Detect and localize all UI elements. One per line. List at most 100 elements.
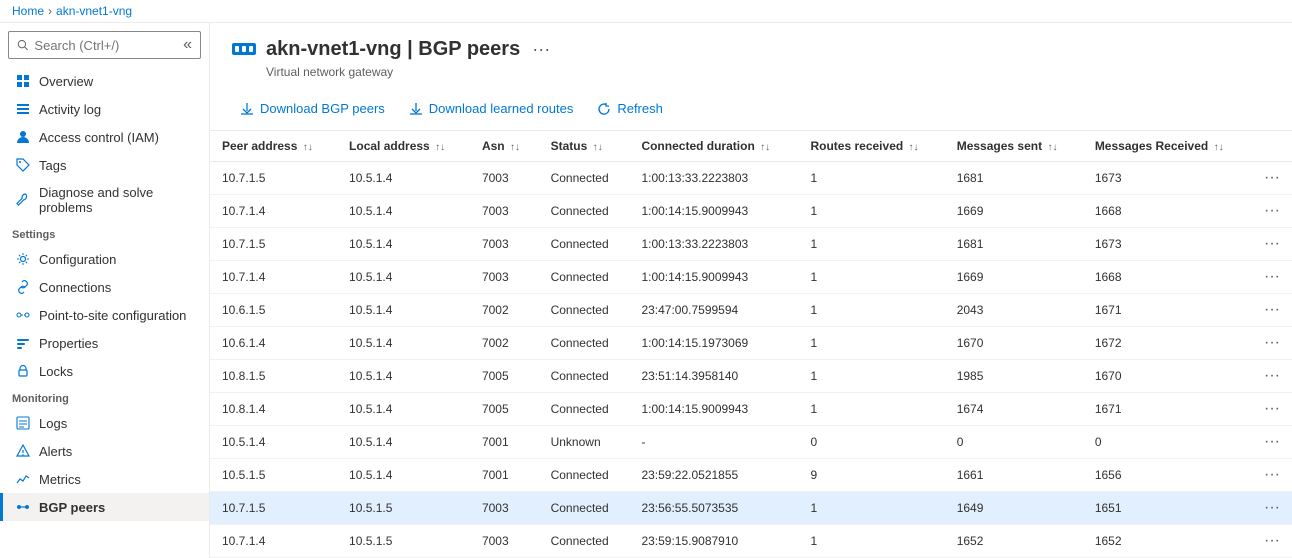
sort-icon[interactable]: ↑↓ <box>1214 142 1224 153</box>
cell-received: 1673 <box>1083 228 1252 261</box>
col-header-duration[interactable]: Connected duration ↑↓ <box>629 131 798 162</box>
col-header-routes[interactable]: Routes received ↑↓ <box>798 131 944 162</box>
row-menu-icon[interactable]: ··· <box>1264 202 1280 219</box>
cell-peer: 10.7.1.4 <box>210 525 337 558</box>
row-menu-icon[interactable]: ··· <box>1264 169 1280 186</box>
col-header-sent[interactable]: Messages sent ↑↓ <box>945 131 1083 162</box>
sidebar-item-diagnose[interactable]: Diagnose and solve problems <box>0 179 209 221</box>
cell-sent: 1681 <box>945 228 1083 261</box>
sidebar-item-label: Alerts <box>39 444 72 459</box>
sort-icon[interactable]: ↑↓ <box>510 142 520 153</box>
download-routes-button[interactable]: Download learned routes <box>399 95 584 122</box>
search-input[interactable] <box>34 38 177 53</box>
sort-icon[interactable]: ↑↓ <box>303 142 313 153</box>
row-menu-icon[interactable]: ··· <box>1264 301 1280 318</box>
cell-menu[interactable]: ··· <box>1252 162 1292 195</box>
cell-local: 10.5.1.4 <box>337 294 470 327</box>
sidebar-item-overview[interactable]: Overview <box>0 67 209 95</box>
table-row[interactable]: 10.8.1.5 10.5.1.4 7005 Connected 23:51:1… <box>210 360 1292 393</box>
refresh-button[interactable]: Refresh <box>587 95 673 122</box>
page-menu-icon[interactable]: ··· <box>532 39 550 60</box>
row-menu-icon[interactable]: ··· <box>1264 334 1280 351</box>
cell-sent: 1652 <box>945 525 1083 558</box>
sidebar-item-connections[interactable]: Connections <box>0 273 209 301</box>
cell-peer: 10.6.1.5 <box>210 294 337 327</box>
row-menu-icon[interactable]: ··· <box>1264 433 1280 450</box>
table-row[interactable]: 10.6.1.4 10.5.1.4 7002 Connected 1:00:14… <box>210 327 1292 360</box>
collapse-icon[interactable]: « <box>183 36 192 54</box>
table-row[interactable]: 10.6.1.5 10.5.1.4 7002 Connected 23:47:0… <box>210 294 1292 327</box>
cell-menu[interactable]: ··· <box>1252 228 1292 261</box>
cell-received: 1656 <box>1083 459 1252 492</box>
download-bgp-button[interactable]: Download BGP peers <box>230 95 395 122</box>
activity-log-icon <box>15 101 31 117</box>
sidebar-item-activity-log[interactable]: Activity log <box>0 95 209 123</box>
col-header-asn[interactable]: Asn ↑↓ <box>470 131 539 162</box>
row-menu-icon[interactable]: ··· <box>1264 499 1280 516</box>
table-row[interactable]: 10.7.1.4 10.5.1.4 7003 Connected 1:00:14… <box>210 261 1292 294</box>
sidebar-item-configuration[interactable]: Configuration <box>0 245 209 273</box>
row-menu-icon[interactable]: ··· <box>1264 367 1280 384</box>
cell-received: 1668 <box>1083 261 1252 294</box>
table-row[interactable]: 10.7.1.5 10.5.1.4 7003 Connected 1:00:13… <box>210 228 1292 261</box>
table-row[interactable]: 10.8.1.4 10.5.1.4 7005 Connected 1:00:14… <box>210 393 1292 426</box>
breadcrumb-home[interactable]: Home <box>12 4 44 18</box>
cell-menu[interactable]: ··· <box>1252 195 1292 228</box>
col-header-status[interactable]: Status ↑↓ <box>539 131 630 162</box>
table-row[interactable]: 10.7.1.5 10.5.1.4 7003 Connected 1:00:13… <box>210 162 1292 195</box>
row-menu-icon[interactable]: ··· <box>1264 532 1280 549</box>
row-menu-icon[interactable]: ··· <box>1264 466 1280 483</box>
cell-received: 1652 <box>1083 525 1252 558</box>
col-header-local[interactable]: Local address ↑↓ <box>337 131 470 162</box>
cell-menu[interactable]: ··· <box>1252 360 1292 393</box>
search-icon <box>17 38 28 52</box>
cell-status: Connected <box>539 360 630 393</box>
download-routes-icon <box>409 102 423 116</box>
sort-icon[interactable]: ↑↓ <box>593 142 603 153</box>
cell-sent: 0 <box>945 426 1083 459</box>
cell-menu[interactable]: ··· <box>1252 492 1292 525</box>
sidebar-item-point-to-site[interactable]: Point-to-site configuration <box>0 301 209 329</box>
sidebar: « Overview Activity log Access control (… <box>0 23 210 558</box>
sort-icon[interactable]: ↑↓ <box>760 142 770 153</box>
cell-menu[interactable]: ··· <box>1252 426 1292 459</box>
row-menu-icon[interactable]: ··· <box>1264 400 1280 417</box>
cell-menu[interactable]: ··· <box>1252 525 1292 558</box>
sidebar-item-access-control[interactable]: Access control (IAM) <box>0 123 209 151</box>
table-row[interactable]: 10.7.1.4 10.5.1.5 7003 Connected 23:59:1… <box>210 525 1292 558</box>
sort-icon[interactable]: ↑↓ <box>435 142 445 153</box>
cell-status: Connected <box>539 261 630 294</box>
cell-duration: 23:47:00.7599594 <box>629 294 798 327</box>
table-row[interactable]: 10.7.1.4 10.5.1.4 7003 Connected 1:00:14… <box>210 195 1292 228</box>
sidebar-item-locks[interactable]: Locks <box>0 357 209 385</box>
sidebar-item-bgp-peers[interactable]: BGP peers <box>0 493 209 521</box>
sidebar-item-label: Connections <box>39 280 111 295</box>
cell-menu[interactable]: ··· <box>1252 294 1292 327</box>
col-header-peer[interactable]: Peer address ↑↓ <box>210 131 337 162</box>
table-row[interactable]: 10.5.1.5 10.5.1.4 7001 Connected 23:59:2… <box>210 459 1292 492</box>
link-icon <box>15 279 31 295</box>
cell-menu[interactable]: ··· <box>1252 327 1292 360</box>
table-row[interactable]: 10.5.1.4 10.5.1.4 7001 Unknown - 0 0 0 ·… <box>210 426 1292 459</box>
sidebar-item-metrics[interactable]: Metrics <box>0 465 209 493</box>
breadcrumb: Home › akn-vnet1-vng <box>0 0 1292 23</box>
cell-menu[interactable]: ··· <box>1252 261 1292 294</box>
sidebar-item-properties[interactable]: Properties <box>0 329 209 357</box>
sidebar-item-tags[interactable]: Tags <box>0 151 209 179</box>
sort-icon[interactable]: ↑↓ <box>1047 142 1057 153</box>
table-row[interactable]: 10.7.1.5 10.5.1.5 7003 Connected 23:56:5… <box>210 492 1292 525</box>
cell-duration: 1:00:14:15.9009943 <box>629 393 798 426</box>
col-header-received[interactable]: Messages Received ↑↓ <box>1083 131 1252 162</box>
cell-peer: 10.5.1.5 <box>210 459 337 492</box>
row-menu-icon[interactable]: ··· <box>1264 235 1280 252</box>
row-menu-icon[interactable]: ··· <box>1264 268 1280 285</box>
cell-menu[interactable]: ··· <box>1252 393 1292 426</box>
sort-icon[interactable]: ↑↓ <box>909 142 919 153</box>
cell-local: 10.5.1.5 <box>337 525 470 558</box>
page-title: akn-vnet1-vng | BGP peers <box>266 38 520 61</box>
search-box[interactable]: « <box>8 31 201 59</box>
sidebar-item-alerts[interactable]: Alerts <box>0 437 209 465</box>
breadcrumb-resource[interactable]: akn-vnet1-vng <box>56 4 132 18</box>
cell-menu[interactable]: ··· <box>1252 459 1292 492</box>
sidebar-item-logs[interactable]: Logs <box>0 409 209 437</box>
